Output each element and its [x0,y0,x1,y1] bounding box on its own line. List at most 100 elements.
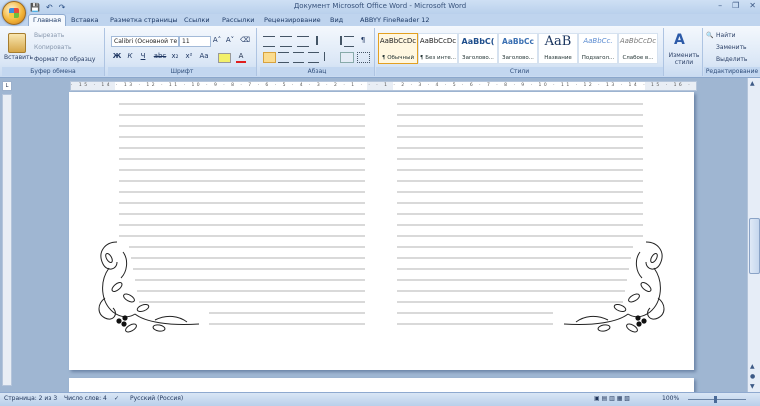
borders-icon[interactable] [357,52,370,63]
paragraph-group: ¶ Абзац [260,28,375,76]
styles-group: AaBbCcDc ¶ Обычный AaBbCcDc ¶ Без инте..… [376,28,664,76]
next-page[interactable] [69,378,694,392]
change-styles-button[interactable]: Изменить стили [667,52,701,66]
format-painter-button[interactable]: Формат по образцу [34,56,95,63]
title-bar: 💾 ↶ ↷ Документ Microsoft Office Word - M… [0,0,760,14]
close-button[interactable]: ✕ [749,1,756,10]
style-title[interactable]: AaB Название [538,33,578,64]
editing-label: Редактирование [704,67,760,76]
grow-font-button[interactable]: A˄ [212,36,222,45]
find-button[interactable]: Найти [716,32,735,39]
bullets-icon[interactable] [263,36,275,47]
scroll-thumb[interactable] [749,218,760,274]
language-status[interactable]: Русский (Россия) [130,395,183,402]
superscript-button[interactable]: x² [184,52,194,61]
font-name-select[interactable]: Calibri (Основной те [111,36,179,47]
font-size-select[interactable]: 11 [179,36,211,47]
lined-page-art [98,103,665,333]
spelling-check-icon[interactable]: ✓ [114,395,119,402]
line-spacing-icon[interactable] [324,52,337,61]
office-logo-icon [9,8,19,18]
decrease-indent-icon[interactable] [316,36,328,45]
tab-selector[interactable]: L [2,81,12,91]
underline-button[interactable]: Ч [138,52,148,61]
left-ornament-berries [116,315,128,327]
paste-button[interactable]: Вставить [4,54,33,61]
restore-button[interactable]: ❐ [732,1,739,10]
style-name: Слабое в... [622,55,654,61]
style-name: ¶ Без инте... [419,55,457,61]
tab-insert[interactable]: Вставка [67,15,103,25]
shading-icon[interactable] [340,52,354,63]
sort-icon[interactable] [344,36,354,47]
style-preview: AaB [544,34,572,49]
justify-icon[interactable] [308,52,319,63]
shrink-font-button[interactable]: A˅ [225,36,235,45]
vertical-ruler[interactable] [2,94,12,386]
increase-indent-icon[interactable] [330,36,342,45]
copy-button[interactable]: Копировать [34,44,71,51]
style-heading-1[interactable]: AaBbC( Заголово... [458,33,498,64]
style-subtitle[interactable]: AaBbCc. Подзагол... [578,33,618,64]
strikethrough-button[interactable]: abc [153,52,167,61]
next-page-icon[interactable]: ▼ [750,383,755,390]
document-page[interactable] [69,92,694,370]
left-ornament [98,241,200,333]
style-no-spacing[interactable]: AaBbCcDc ¶ Без инте... [418,33,458,64]
bold-button[interactable]: Ж [112,52,122,61]
style-name: Заголово... [502,55,534,61]
align-left-icon[interactable] [263,52,276,63]
view-buttons-icon[interactable]: ▣ ▤ ▥ ▦ ▧ [594,395,630,402]
office-button[interactable] [2,1,26,25]
change-styles-icon[interactable]: A [674,32,685,48]
page-count-status[interactable]: Страница: 2 из 3 [4,395,57,402]
italic-button[interactable]: К [125,52,135,61]
multilevel-list-icon[interactable] [297,36,309,47]
scroll-up-icon[interactable]: ▲ [750,80,755,87]
highlight-icon[interactable] [218,53,231,63]
tab-review[interactable]: Рецензирование [260,15,325,25]
find-icon[interactable]: 🔍 [706,32,713,39]
font-color-icon[interactable]: A [236,53,246,63]
select-button[interactable]: Выделить [716,56,747,63]
style-heading-2[interactable]: AaBbCc Заголово... [498,33,538,64]
subscript-button[interactable]: x₂ [170,52,180,61]
status-bar: Страница: 2 из 3 Число слов: 4 ✓ Русский… [0,392,760,406]
clear-format-button[interactable]: ⌫ [240,36,250,45]
ribbon-tabs: Главная Вставка Разметка страницы Ссылки… [0,14,760,28]
word-count-status[interactable]: Число слов: 4 [64,395,107,402]
tab-page-layout[interactable]: Разметка страницы [106,15,182,25]
tab-abbyy[interactable]: ABBYY FineReader 12 [356,15,434,25]
zoom-level[interactable]: 100% [662,395,679,402]
styles-label: Стили [376,67,663,76]
ruler-ticks: · 15 · 14 · 13 · 12 · 11 · 10 · 9 · 8 · … [71,83,696,88]
tab-references[interactable]: Ссылки [180,15,214,25]
paste-icon[interactable] [8,33,26,53]
style-subtle-emphasis[interactable]: AaBbCcDc Слабое в... [618,33,658,64]
style-normal[interactable]: AaBbCcDc ¶ Обычный [378,33,418,64]
minimize-button[interactable]: – [718,1,722,10]
window-controls: – ❐ ✕ [718,1,756,10]
font-label: Шрифт [108,67,256,76]
zoom-slider-handle[interactable] [714,396,717,403]
align-right-icon[interactable] [293,52,304,63]
browse-object-icon[interactable]: ● [750,373,755,380]
style-preview: AaBbCcDc [419,37,457,45]
tab-mailings[interactable]: Рассылки [218,15,259,25]
style-preview: AaBbCc. [583,37,613,45]
change-case-button[interactable]: Aa [199,52,209,61]
tab-view[interactable]: Вид [326,15,347,25]
cut-button[interactable]: Вырезать [34,32,64,39]
replace-button[interactable]: Заменить [716,44,747,51]
editing-group: 🔍 Найти Заменить Выделить Редактирование [704,28,760,76]
show-marks-button[interactable]: ¶ [358,36,368,45]
prev-page-icon[interactable]: ▲ [750,363,755,370]
style-name: Заголово... [462,55,494,61]
align-center-icon[interactable] [278,52,289,63]
numbering-icon[interactable] [280,36,292,47]
zoom-slider[interactable] [688,399,746,400]
style-preview: AaBbCc [502,37,534,46]
style-preview: AaBbCcDc [619,37,657,45]
vertical-scrollbar[interactable]: ▲ ▲ ● ▼ [747,78,760,392]
horizontal-ruler[interactable]: · 15 · 14 · 13 · 12 · 11 · 10 · 9 · 8 · … [70,81,697,91]
